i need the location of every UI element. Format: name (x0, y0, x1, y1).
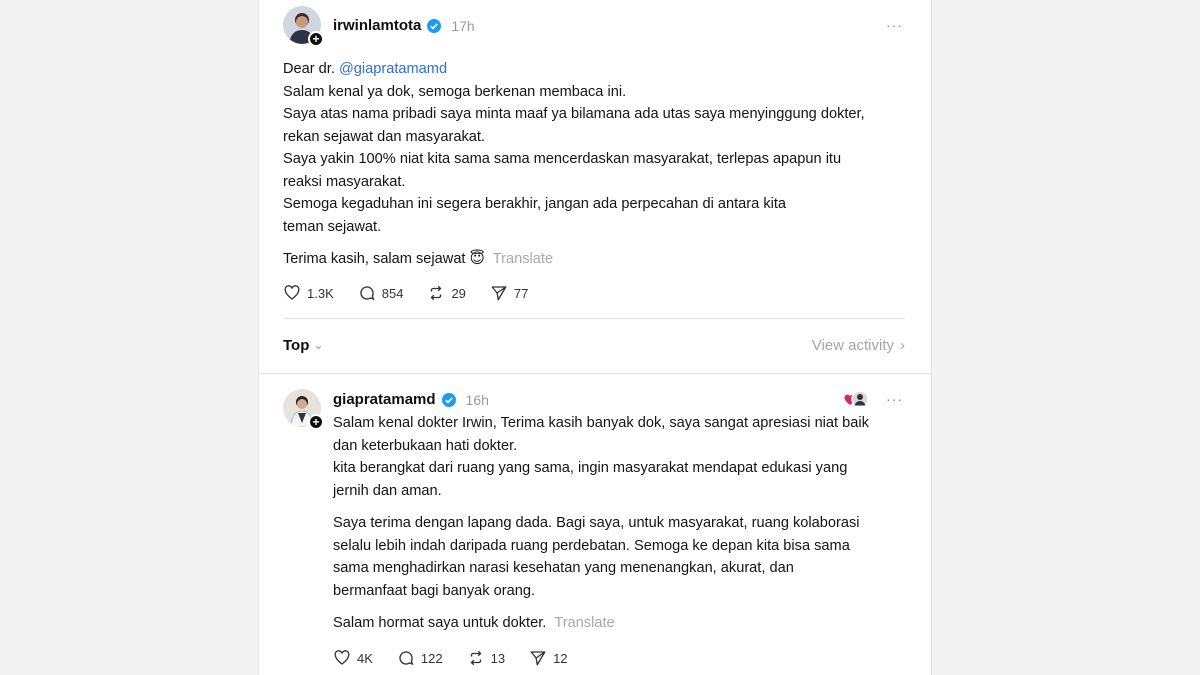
sort-label: Top (283, 336, 310, 354)
closing-text: Terima kasih, salam sejawat (283, 251, 466, 267)
repost-count: 13 (490, 650, 506, 666)
post-line: Salam kenal ya dok, semoga berkenan memb… (283, 83, 627, 100)
original-post: + irwinlamtota 17h ··· Dear dr. @giaprat… (259, 0, 931, 320)
verified-badge-icon (427, 18, 442, 33)
reply-line: selalu lebih indah daripada ruang perdeb… (333, 537, 850, 554)
post-line: Saya atas nama pribadi saya minta maaf y… (283, 106, 865, 122)
liked-by-author-icon[interactable] (843, 390, 869, 408)
reply-line: sama menghadirkan narasi kesehatan yang … (333, 560, 794, 576)
reply-line: kita berangkat dari ruang yang sama, ing… (333, 460, 848, 476)
follow-plus-icon[interactable]: + (308, 414, 324, 430)
verified-badge-icon (441, 392, 456, 407)
view-activity-link[interactable]: View activity › (812, 337, 905, 354)
post-body: Dear dr. @giapratamamd Salam kenal ya do… (283, 58, 913, 271)
post-line: rekan sejawat dan masyarakat. (283, 128, 485, 145)
reply-button[interactable]: 122 (397, 649, 443, 667)
translate-link[interactable]: Translate (493, 251, 553, 267)
share-count: 77 (513, 285, 529, 301)
reply-line: Salam kenal dokter Irwin, Terima kasih b… (333, 415, 869, 431)
repost-button[interactable]: 13 (467, 649, 505, 667)
repost-icon (430, 285, 442, 301)
like-button[interactable]: 1.3K (283, 284, 334, 302)
divider (283, 318, 905, 319)
reply-line: Saya terima dengan lapang dada. Bagi say… (333, 515, 860, 531)
reply-header: giapratamamd 16h (333, 391, 489, 408)
reply-actions: 4K 122 13 12 (333, 649, 568, 667)
share-count: 12 (553, 650, 568, 666)
chevron-right-icon: › (900, 336, 905, 354)
post-actions: 1.3K 854 29 77 (283, 284, 528, 302)
post-timestamp[interactable]: 17h (451, 18, 474, 34)
post-line: teman sejawat. (283, 218, 382, 235)
thread-card: + irwinlamtota 17h ··· Dear dr. @giaprat… (258, 0, 932, 675)
reply-timestamp[interactable]: 16h (466, 392, 489, 408)
like-count: 4K (357, 650, 373, 666)
like-button[interactable]: 4K (333, 649, 373, 667)
translate-link[interactable]: Translate (554, 615, 614, 631)
reply-avatar[interactable]: + (283, 389, 324, 430)
sort-bar: Top ⌄ View activity › (283, 333, 905, 357)
share-button[interactable]: 77 (490, 284, 528, 302)
reply-count: 854 (381, 285, 404, 301)
send-icon (491, 286, 507, 301)
chevron-down-icon: ⌄ (313, 338, 324, 352)
more-options-icon[interactable]: ··· (886, 17, 903, 33)
comment-icon (399, 651, 414, 666)
reply-post: + giapratamamd 16h ··· Salam kenal dokte… (259, 374, 931, 675)
comment-icon (360, 286, 375, 301)
reply-count: 122 (420, 650, 443, 666)
heart-icon (284, 285, 300, 300)
heart-icon (334, 650, 350, 665)
reply-username[interactable]: giapratamamd (333, 391, 436, 408)
post-line: Saya yakin 100% niat kita sama sama menc… (283, 151, 842, 167)
send-icon (530, 651, 546, 666)
sort-dropdown[interactable]: Top ⌄ (283, 337, 323, 354)
repost-button[interactable]: 29 (427, 284, 466, 302)
repost-count: 29 (451, 285, 466, 301)
author-avatar[interactable]: + (283, 6, 324, 47)
follow-plus-icon[interactable]: + (308, 31, 324, 47)
reply-line: bermanfaat bagi banyak orang. (333, 582, 536, 599)
like-count: 1.3K (307, 285, 334, 301)
smile-emoji: 😇 (469, 251, 485, 267)
view-activity-label: View activity (811, 336, 894, 354)
reply-button[interactable]: 854 (358, 284, 404, 302)
post-line: Semoga kegaduhan ini segera berakhir, ja… (283, 196, 787, 212)
greeting-text: Dear dr. (283, 61, 339, 77)
post-header: irwinlamtota 17h (333, 17, 475, 34)
post-line: reaksi masyarakat. (283, 173, 406, 190)
repost-icon (470, 650, 482, 666)
mention-link[interactable]: @giapratamamd (339, 61, 447, 77)
share-button[interactable]: 12 (529, 649, 568, 667)
reply-line: dan keterbukaan hati dokter. (333, 437, 518, 454)
reply-line: jernih dan aman. (333, 482, 442, 499)
author-username[interactable]: irwinlamtota (333, 17, 421, 34)
reply-body: Salam kenal dokter Irwin, Terima kasih b… (333, 412, 913, 635)
reply-closing-text: Salam hormat saya untuk dokter. (333, 615, 547, 631)
more-options-icon[interactable]: ··· (886, 391, 903, 407)
